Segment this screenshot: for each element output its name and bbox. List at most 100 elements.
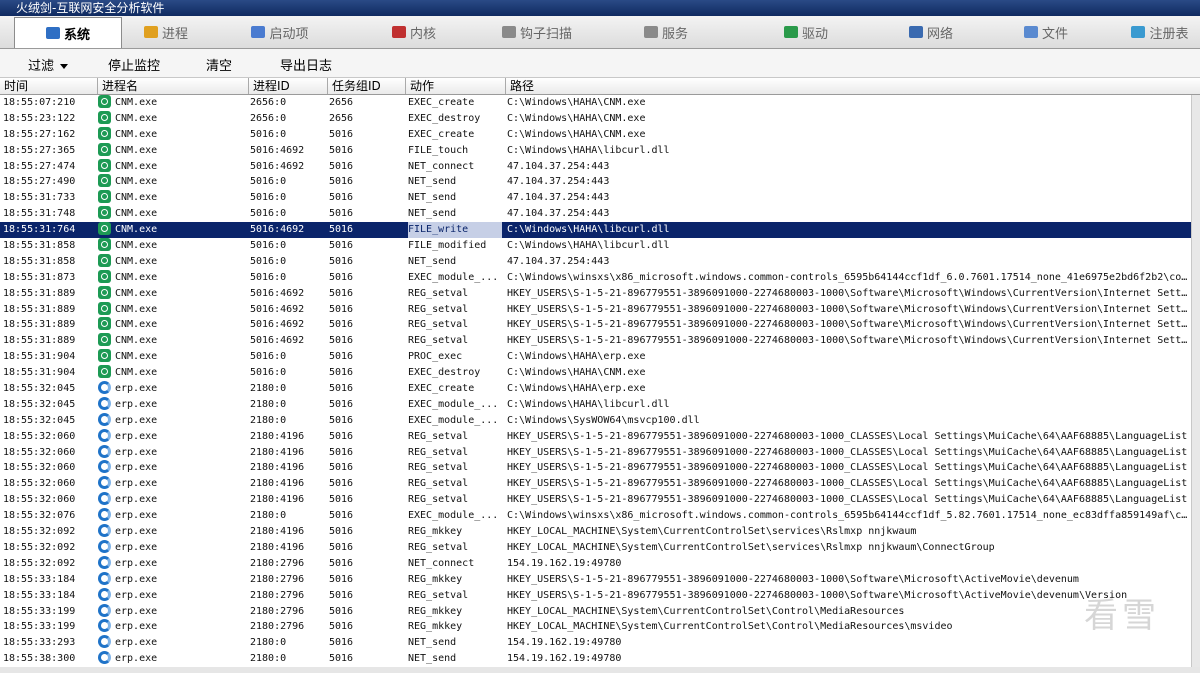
- cell-path: C:\Windows\HAHA\CNM.exe: [507, 127, 1191, 143]
- column-header-process[interactable]: 进程名: [97, 78, 248, 94]
- cell-action: EXEC_create: [408, 127, 502, 143]
- tab-startup[interactable]: 启动项: [210, 16, 350, 48]
- tab-service[interactable]: 服务: [596, 16, 736, 48]
- cell-time-text: 18:55:32:045: [3, 414, 76, 426]
- tab-process[interactable]: 进程: [122, 16, 210, 48]
- tab-network[interactable]: 网络: [876, 16, 986, 48]
- cell-time: 18:55:32:060: [3, 445, 95, 461]
- table-row[interactable]: 18:55:27:365 CNM.exe 5016:4692 5016 FILE_tou…: [0, 142, 1192, 159]
- tab-bar: 系统 进程 启动项 内核 钩子扫描 服务 驱动 网络 文件 注册表: [0, 16, 1200, 49]
- export-log-button[interactable]: 导出日志: [280, 55, 332, 74]
- stop-monitor-button[interactable]: 停止监控: [108, 55, 160, 74]
- table-row[interactable]: 18:55:32:045 erp.exe 2180:0 5016 EXEC_create…: [0, 381, 1192, 397]
- cell-time: 18:55:31:858: [3, 254, 95, 270]
- table-row[interactable]: 18:55:31:904 CNM.exe 5016:0 5016 EXEC_destro…: [0, 365, 1192, 381]
- table-row[interactable]: 18:55:31:889 CNM.exe 5016:4692 5016 REG_setv…: [0, 301, 1192, 318]
- tab-monitor[interactable]: 系统: [14, 17, 122, 48]
- table-row[interactable]: 18:55:31:873 CNM.exe 5016:0 5016 EXEC_module…: [0, 269, 1192, 286]
- cell-process-text: erp.exe: [115, 446, 158, 458]
- cell-time: 18:55:32:092: [3, 524, 95, 540]
- cnm-process-icon: [98, 110, 111, 124]
- cell-action-text: EXEC_create: [408, 128, 475, 140]
- cell-path: 154.19.162.19:49780: [507, 635, 1191, 651]
- vertical-scrollbar[interactable]: [1191, 95, 1200, 667]
- table-row[interactable]: 18:55:32:060 erp.exe 2180:4196 5016 REG_setv…: [0, 492, 1192, 508]
- table-row[interactable]: 18:55:32:092 erp.exe 2180:4196 5016 REG_setv…: [0, 539, 1192, 556]
- table-row[interactable]: 18:55:32:060 erp.exe 2180:4196 5016 REG_setv…: [0, 428, 1192, 445]
- cell-path-text: C:\Windows\HAHA\erp.exe: [507, 383, 646, 395]
- table-row[interactable]: 18:55:27:490 CNM.exe 5016:0 5016 NET_send 47.…: [0, 174, 1192, 190]
- cell-task-group: 5016: [329, 397, 403, 413]
- cell-pid-text: 2180:2796: [250, 557, 305, 569]
- cell-process-text: erp.exe: [115, 383, 158, 395]
- table-row[interactable]: 18:55:31:889 CNM.exe 5016:4692 5016 REG_setv…: [0, 333, 1192, 349]
- table-row[interactable]: 18:55:33:184 erp.exe 2180:2796 5016 REG_mkke…: [0, 571, 1192, 588]
- table-row[interactable]: 18:55:31:904 CNM.exe 5016:0 5016 PROC_exec C:…: [0, 349, 1192, 365]
- cell-action: EXEC_module_...: [408, 413, 502, 429]
- cell-process: erp.exe: [98, 603, 242, 620]
- table-row[interactable]: 18:55:32:092 erp.exe 2180:4196 5016 REG_mkke…: [0, 524, 1192, 540]
- column-header-action[interactable]: 动作: [405, 78, 506, 94]
- tab-file[interactable]: 文件: [986, 16, 1106, 48]
- cell-pid-text: 5016:0: [250, 367, 287, 379]
- table-row[interactable]: 18:55:32:076 erp.exe 2180:0 5016 EXEC_module…: [0, 508, 1192, 524]
- column-header-pid[interactable]: 进程ID: [248, 78, 329, 94]
- cell-action-text: EXEC_module_...: [408, 414, 499, 426]
- table-row[interactable]: 18:55:33:199 erp.exe 2180:2796 5016 REG_mkke…: [0, 603, 1192, 620]
- table-row[interactable]: 18:55:27:474 CNM.exe 5016:4692 5016 NET_conn…: [0, 158, 1192, 175]
- cell-action: REG_setval: [408, 317, 502, 333]
- clear-button[interactable]: 清空: [206, 55, 232, 74]
- table-row[interactable]: 18:55:23:122 CNM.exe 2656:0 2656 EXEC_destro…: [0, 110, 1192, 127]
- cell-process: erp.exe: [98, 651, 242, 667]
- column-header-time[interactable]: 时间: [0, 78, 98, 94]
- cell-process-text: CNM.exe: [115, 351, 158, 363]
- cell-path-text: C:\Windows\HAHA\erp.exe: [507, 351, 646, 363]
- cell-action: EXEC_destroy: [408, 111, 502, 127]
- cell-path: C:\Windows\HAHA\libcurl.dll: [507, 222, 1191, 239]
- cell-path: 47.104.37.254:443: [507, 174, 1191, 190]
- cell-process-text: erp.exe: [115, 541, 158, 553]
- watermark-text: 看雪: [1084, 596, 1160, 636]
- cell-path: C:\Windows\HAHA\libcurl.dll: [507, 397, 1191, 413]
- cell-action-text: EXEC_module_...: [408, 271, 499, 283]
- table-row[interactable]: 18:55:31:733 CNM.exe 5016:0 5016 NET_send 47.…: [0, 190, 1192, 206]
- table-row[interactable]: 18:55:31:764 CNM.exe 5016:4692 5016 FILE_wri…: [0, 222, 1192, 239]
- cell-pid: 2656:0: [250, 111, 324, 127]
- table-row[interactable]: 18:55:32:092 erp.exe 2180:2796 5016 NET_conn…: [0, 555, 1192, 572]
- cell-action-text: REG_setval: [408, 478, 469, 490]
- column-header-task[interactable]: 任务组ID: [327, 78, 408, 94]
- table-row[interactable]: 18:55:31:889 CNM.exe 5016:4692 5016 REG_setv…: [0, 317, 1192, 333]
- table-row[interactable]: 18:55:32:060 erp.exe 2180:4196 5016 REG_setv…: [0, 444, 1192, 461]
- cell-action-text: REG_setval: [408, 541, 469, 553]
- tab-registry[interactable]: 注册表: [1106, 16, 1200, 48]
- column-header-path[interactable]: 路径: [505, 78, 1200, 94]
- cnm-process-icon: [98, 253, 111, 267]
- table-row[interactable]: 18:55:31:889 CNM.exe 5016:4692 5016 REG_setv…: [0, 285, 1192, 302]
- table-row[interactable]: 18:55:32:060 erp.exe 2180:4196 5016 REG_setv…: [0, 476, 1192, 492]
- table-row[interactable]: 18:55:33:199 erp.exe 2180:2796 5016 REG_mkke…: [0, 619, 1192, 635]
- cell-path: HKEY_LOCAL_MACHINE\System\CurrentControl…: [507, 524, 1191, 540]
- tab-driver[interactable]: 驱动: [736, 16, 876, 48]
- tab-kernel[interactable]: 内核: [350, 16, 478, 48]
- cnm-process-icon: [98, 365, 111, 379]
- cell-time: 18:55:32:076: [3, 508, 95, 524]
- table-row[interactable]: 18:55:32:045 erp.exe 2180:0 5016 EXEC_module…: [0, 412, 1192, 429]
- table-row[interactable]: 18:55:32:045 erp.exe 2180:0 5016 EXEC_module…: [0, 396, 1192, 413]
- table-row[interactable]: 18:55:33:184 erp.exe 2180:2796 5016 REG_setv…: [0, 587, 1192, 604]
- cell-path-text: C:\Windows\HAHA\libcurl.dll: [507, 240, 670, 252]
- table-row[interactable]: 18:55:38:300 erp.exe 2180:0 5016 NET_send 154…: [0, 651, 1192, 667]
- cell-time: 18:55:33:199: [3, 604, 95, 620]
- cell-path: C:\Windows\HAHA\erp.exe: [507, 349, 1191, 365]
- tab-hook[interactable]: 钩子扫描: [478, 16, 596, 48]
- cell-action-text: EXEC_module_...: [408, 398, 499, 410]
- table-row[interactable]: 18:55:07:210 CNM.exe 2656:0 2656 EXEC_create…: [0, 95, 1192, 111]
- filter-dropdown[interactable]: 过滤: [28, 55, 69, 74]
- table-row[interactable]: 18:55:27:162 CNM.exe 5016:0 5016 EXEC_create…: [0, 126, 1192, 143]
- cell-pid: 2180:4196: [250, 524, 324, 540]
- table-row[interactable]: 18:55:32:060 erp.exe 2180:4196 5016 REG_setv…: [0, 460, 1192, 476]
- table-row[interactable]: 18:55:31:858 CNM.exe 5016:0 5016 NET_send 47.…: [0, 253, 1192, 270]
- table-row[interactable]: 18:55:33:293 erp.exe 2180:0 5016 NET_send 154…: [0, 635, 1192, 651]
- cell-action: REG_setval: [408, 492, 502, 508]
- table-row[interactable]: 18:55:31:748 CNM.exe 5016:0 5016 NET_send 47.…: [0, 206, 1192, 222]
- table-row[interactable]: 18:55:31:858 CNM.exe 5016:0 5016 FILE_modifi…: [0, 238, 1192, 254]
